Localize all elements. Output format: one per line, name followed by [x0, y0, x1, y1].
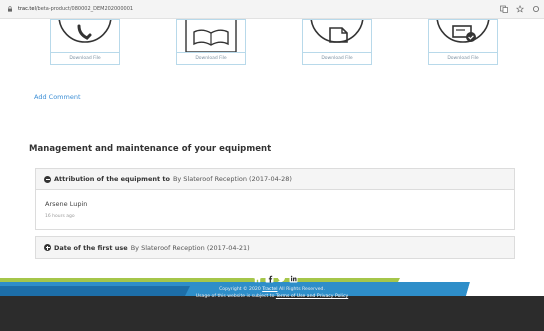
url-path: /beta-product/080002_DEM202000001 [35, 6, 134, 12]
download-file-link[interactable]: Download File [51, 52, 119, 64]
certificate-check-icon [436, 20, 490, 43]
url-host: trac.tel [18, 6, 36, 12]
download-card-art [303, 20, 371, 54]
download-card-art [51, 20, 119, 54]
open-book-icon [185, 20, 237, 53]
download-file-link[interactable]: Download File [177, 52, 245, 64]
terms-link[interactable]: Terms of Use and Privacy Policy [276, 294, 348, 299]
copyright-suffix: All Rights Reserved. [278, 287, 325, 292]
entry-time: 16 hours ago [45, 214, 75, 219]
browser-toolbar-icons [500, 5, 540, 13]
entry-user: Arsene Lupin [45, 200, 88, 208]
entry-byline: By Slateroof Reception (2017-04-21) [130, 243, 250, 252]
menu-circle-icon[interactable] [532, 5, 540, 13]
home-icon[interactable] [253, 274, 262, 283]
page: trac.tel/beta-product/080002_DEM20200000… [0, 0, 544, 331]
download-file-link[interactable]: Download File [429, 52, 497, 64]
usage-prefix: Usage of this website is subject to [195, 294, 275, 299]
lock-icon [8, 6, 12, 12]
download-card-2[interactable]: Download File [176, 19, 246, 65]
browser-address-bar[interactable]: trac.tel/beta-product/080002_DEM20200000… [0, 0, 544, 19]
attribution-panel-body: Arsene Lupin 16 hours ago [36, 190, 514, 229]
download-card-3[interactable]: Download File [302, 19, 372, 65]
copyright-text: Copyright © 2020 Tractel All Rights Rese… [0, 287, 544, 292]
download-card-1[interactable]: Download File [50, 19, 120, 65]
minus-circle-icon[interactable] [44, 175, 51, 183]
twitter-icon[interactable] [277, 274, 286, 283]
download-card-art [177, 20, 245, 54]
linkedin-icon[interactable] [289, 274, 298, 283]
entry-byline: By Slateroof Reception (2017-04-28) [172, 175, 292, 183]
attribution-panel: Attribution of the equipment to By Slate… [35, 168, 515, 230]
social-links [253, 274, 298, 283]
attribution-panel-header[interactable]: Attribution of the equipment to By Slate… [36, 169, 514, 190]
site-footer [0, 296, 544, 331]
copyright-prefix: Copyright © 2020 [219, 287, 261, 292]
download-card-4[interactable]: Download File [428, 19, 498, 65]
first-use-panel: Date of the first use By Slateroof Recep… [35, 236, 515, 259]
document-icon [310, 20, 364, 43]
plus-circle-icon[interactable] [44, 244, 51, 251]
phone-icon [58, 20, 112, 43]
usage-text: Usage of this website is subject to Term… [0, 294, 544, 299]
star-icon[interactable] [515, 5, 525, 13]
first-use-panel-header[interactable]: Date of the first use By Slateroof Recep… [36, 237, 514, 258]
url-text[interactable]: trac.tel/beta-product/080002_DEM20200000… [18, 6, 133, 12]
tractel-link[interactable]: Tractel [262, 287, 277, 292]
add-comment-link[interactable]: Add Comment [34, 93, 81, 101]
download-card-art [429, 20, 497, 54]
entry-label: Date of the first use [54, 243, 128, 252]
entry-label: Attribution of the equipment to [54, 175, 170, 183]
download-file-link[interactable]: Download File [303, 52, 371, 64]
translate-icon[interactable] [500, 5, 508, 13]
facebook-icon[interactable] [265, 274, 274, 283]
section-title: Management and maintenance of your equip… [29, 144, 272, 154]
